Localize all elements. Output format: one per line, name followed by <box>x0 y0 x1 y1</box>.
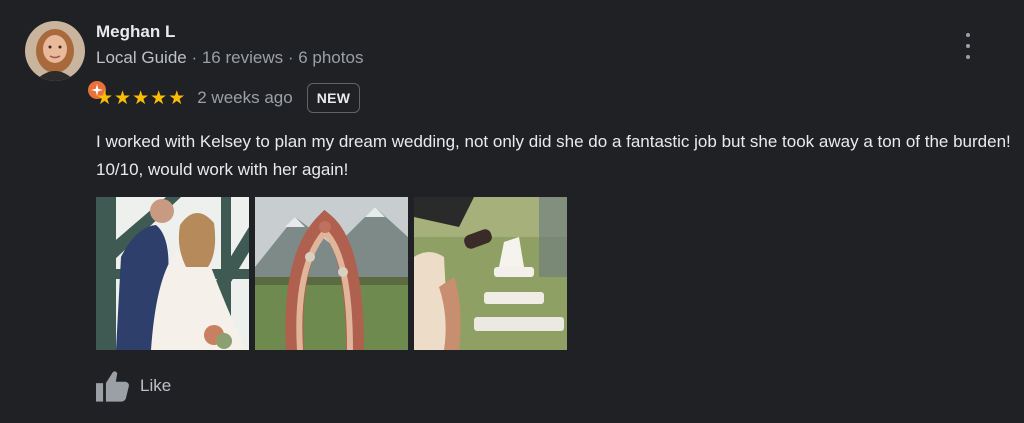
avatar-photo <box>25 21 85 81</box>
wedding-couple-photo <box>96 197 249 350</box>
rating-row: ★ ★ ★ ★ ★ 2 weeks ago NEW <box>96 82 361 114</box>
more-vert-icon[interactable] <box>958 33 978 59</box>
review-photos <box>96 197 567 350</box>
like-label: Like <box>140 376 172 395</box>
thumbs-up-icon <box>96 371 129 402</box>
star-icon: ★ <box>150 87 168 109</box>
star-icon: ★ <box>132 87 150 109</box>
review-date: 2 weeks ago <box>197 88 293 107</box>
star-icon: ★ <box>96 87 114 109</box>
star-icon: ★ <box>168 87 186 109</box>
review-photo-1[interactable] <box>96 197 249 350</box>
reviewer-name[interactable]: Meghan L <box>96 22 175 42</box>
review-photo-3[interactable] <box>414 197 567 350</box>
new-badge: NEW <box>306 83 361 113</box>
star-icon: ★ <box>114 87 132 109</box>
photo-count: 6 photos <box>298 48 364 67</box>
review-card: Meghan L Local Guide · 16 reviews · 6 ph… <box>0 0 1024 423</box>
review-count: 16 reviews <box>201 48 284 67</box>
meta-separator: · <box>283 48 299 67</box>
local-guide-label: Local Guide <box>96 48 187 67</box>
like-button[interactable]: Like <box>96 370 171 402</box>
meta-separator: · <box>186 48 202 67</box>
floral-arch-photo <box>255 197 408 350</box>
star-rating: ★ ★ ★ ★ ★ <box>96 89 185 108</box>
reviewer-avatar[interactable] <box>25 21 108 101</box>
champagne-tower-photo <box>414 197 567 350</box>
review-photo-2[interactable] <box>255 197 408 350</box>
reviewer-meta: Local Guide · 16 reviews · 6 photos <box>96 48 363 68</box>
review-text: I worked with Kelsey to plan my dream we… <box>96 132 1011 179</box>
